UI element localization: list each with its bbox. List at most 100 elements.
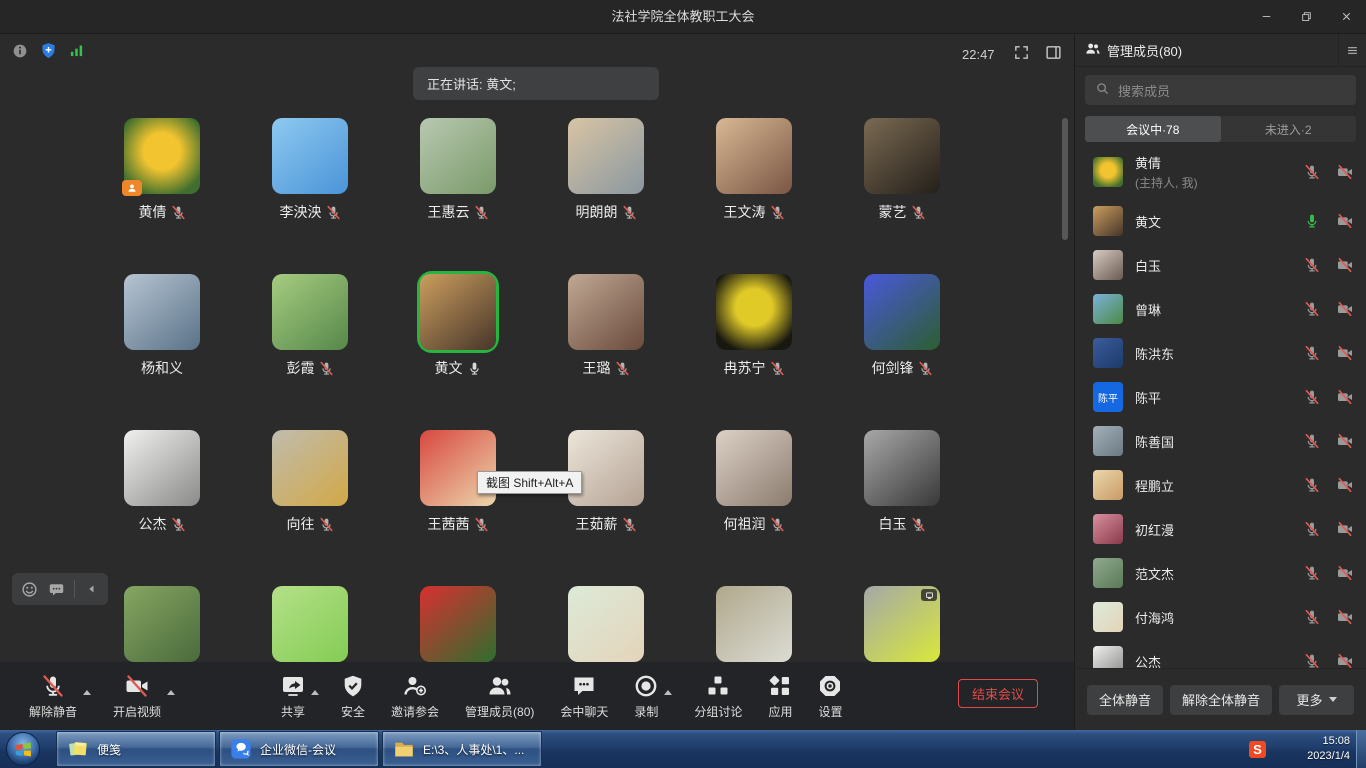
toolbar-chat[interactable]: 会中聊天 (547, 672, 621, 720)
mic-muted-icon[interactable] (1304, 609, 1320, 625)
camera-off-icon[interactable] (1337, 389, 1353, 405)
toolbar-cam-muted[interactable]: 开启视频 (100, 672, 174, 720)
participant-tile[interactable]: 黄倩 (124, 118, 200, 222)
mic-muted-icon[interactable] (1304, 257, 1320, 273)
camera-off-icon[interactable] (1337, 345, 1353, 361)
member-row[interactable]: 公杰 (1075, 639, 1366, 668)
mic-muted-icon[interactable] (1304, 301, 1320, 317)
smiley-icon[interactable] (21, 581, 38, 598)
member-row[interactable]: 曾琳 (1075, 287, 1366, 331)
grid-scrollbar[interactable] (1062, 118, 1068, 240)
tab-not-joined[interactable]: 未进入·2 (1221, 116, 1357, 142)
participant-tile[interactable]: 冉苏宁 (716, 274, 792, 378)
sogou-icon[interactable]: S (1249, 741, 1266, 758)
layout-toggle-button[interactable] (1045, 44, 1062, 66)
member-row[interactable]: 白玉 (1075, 243, 1366, 287)
toolbar-mic-muted[interactable]: 解除静音 (16, 672, 90, 720)
toolbar-share[interactable]: 共享 (268, 672, 318, 720)
participant-tile[interactable]: 向往 (272, 430, 348, 534)
camera-off-icon[interactable] (1337, 433, 1353, 449)
participant-tile[interactable]: 王璐 (568, 274, 644, 378)
camera-off-icon[interactable] (1337, 164, 1353, 180)
restore-button[interactable] (1286, 0, 1326, 33)
caret-up-icon[interactable] (83, 690, 91, 695)
member-row[interactable]: 付海鸿 (1075, 595, 1366, 639)
signal-icon[interactable] (69, 43, 84, 58)
info-icon[interactable] (12, 43, 28, 59)
chat-bubble-icon[interactable] (48, 581, 65, 598)
fullscreen-button[interactable] (1013, 44, 1030, 66)
camera-off-icon[interactable] (1337, 477, 1353, 493)
participant-tile[interactable]: 王文涛 (716, 118, 792, 222)
close-button[interactable] (1326, 0, 1366, 33)
member-row[interactable]: 程鹏立 (1075, 463, 1366, 507)
participant-tile[interactable]: 彭霞 (272, 274, 348, 378)
toolbar-record[interactable]: 录制 (621, 672, 671, 720)
camera-off-icon[interactable] (1337, 565, 1353, 581)
member-row[interactable]: 范文杰 (1075, 551, 1366, 595)
member-row[interactable]: 黄文 (1075, 199, 1366, 243)
toolbar-apps[interactable]: 应用 (755, 672, 805, 720)
mic-muted-icon[interactable] (1304, 521, 1320, 537)
mic-muted-icon[interactable] (1304, 164, 1320, 180)
mute-all-button[interactable]: 全体静音 (1087, 685, 1163, 715)
toolbar-shield-check[interactable]: 安全 (328, 672, 378, 720)
camera-off-icon[interactable] (1337, 609, 1353, 625)
camera-off-icon[interactable] (1337, 301, 1353, 317)
participant-tile[interactable]: 公杰 (124, 430, 200, 534)
member-name: 程鹏立 (1135, 476, 1174, 495)
start-button[interactable] (6, 732, 40, 766)
taskbar-clock[interactable]: 15:08 2023/1/4 (1307, 734, 1350, 764)
camera-off-icon[interactable] (1337, 257, 1353, 273)
share-icon (281, 674, 305, 698)
mic-muted-icon (319, 361, 334, 376)
show-desktop-button[interactable] (1356, 730, 1366, 768)
member-row[interactable]: 黄倩 (主持人, 我) (1075, 145, 1366, 199)
taskbar-button[interactable]: E:\3、人事处\1、... (382, 731, 542, 767)
minimize-button[interactable] (1246, 0, 1286, 33)
taskbar-button[interactable]: 企业微信-会议 (219, 731, 379, 767)
participant-tile[interactable]: 李泱泱 (272, 118, 348, 222)
sidebar-menu-button[interactable] (1338, 34, 1366, 66)
participant-tile[interactable]: 何祖润 (716, 430, 792, 534)
camera-off-icon[interactable] (1337, 521, 1353, 537)
caret-up-icon[interactable] (167, 690, 175, 695)
caret-up-icon[interactable] (664, 690, 672, 695)
mic-muted-icon[interactable] (1304, 477, 1320, 493)
mic-muted-icon[interactable] (1304, 653, 1320, 668)
taskbar-button[interactable]: 便笺 (56, 731, 216, 767)
mic-muted-icon[interactable] (1304, 565, 1320, 581)
end-meeting-button[interactable]: 结束会议 (958, 679, 1038, 708)
mic-muted-icon[interactable] (1304, 433, 1320, 449)
caret-up-icon[interactable] (311, 690, 319, 695)
member-row[interactable]: 陈洪东 (1075, 331, 1366, 375)
unmute-all-button[interactable]: 解除全体静音 (1170, 685, 1272, 715)
participant-tile[interactable]: 白玉 (864, 430, 940, 534)
participant-avatar (568, 274, 644, 350)
toolbar-members[interactable]: 管理成员(80) (452, 672, 547, 720)
participant-tile[interactable]: 王惠云 (420, 118, 496, 222)
more-button[interactable]: 更多 (1279, 685, 1354, 715)
mic-muted-icon[interactable] (1304, 389, 1320, 405)
camera-off-icon[interactable] (1337, 213, 1353, 229)
collapse-arrow-icon[interactable] (85, 582, 99, 596)
camera-off-icon[interactable] (1337, 653, 1353, 668)
toolbar-invite[interactable]: 邀请参会 (378, 672, 452, 720)
member-avatar (1093, 514, 1123, 544)
toolbar-breakout[interactable]: 分组讨论 (681, 672, 755, 720)
shield-plus-icon[interactable] (40, 42, 57, 59)
member-row[interactable]: 陈平 陈平 (1075, 375, 1366, 419)
member-row[interactable]: 陈善国 (1075, 419, 1366, 463)
toolbar-settings[interactable]: 设置 (805, 672, 855, 720)
tab-in-meeting[interactable]: 会议中·78 (1085, 116, 1221, 142)
participant-tile[interactable]: 明朗朗 (568, 118, 644, 222)
participant-tile[interactable]: 黄文 (420, 274, 496, 378)
participant-tile[interactable]: 杨和义 (124, 274, 200, 378)
participant-tile[interactable]: 何剑锋 (864, 274, 940, 378)
participant-tile[interactable]: 蒙艺 (864, 118, 940, 222)
member-search-input[interactable]: 搜索成员 (1085, 75, 1356, 105)
mic-on-icon[interactable] (1304, 213, 1320, 229)
toolbar-label: 录制 (634, 703, 658, 720)
mic-muted-icon[interactable] (1304, 345, 1320, 361)
member-row[interactable]: 初红漫 (1075, 507, 1366, 551)
